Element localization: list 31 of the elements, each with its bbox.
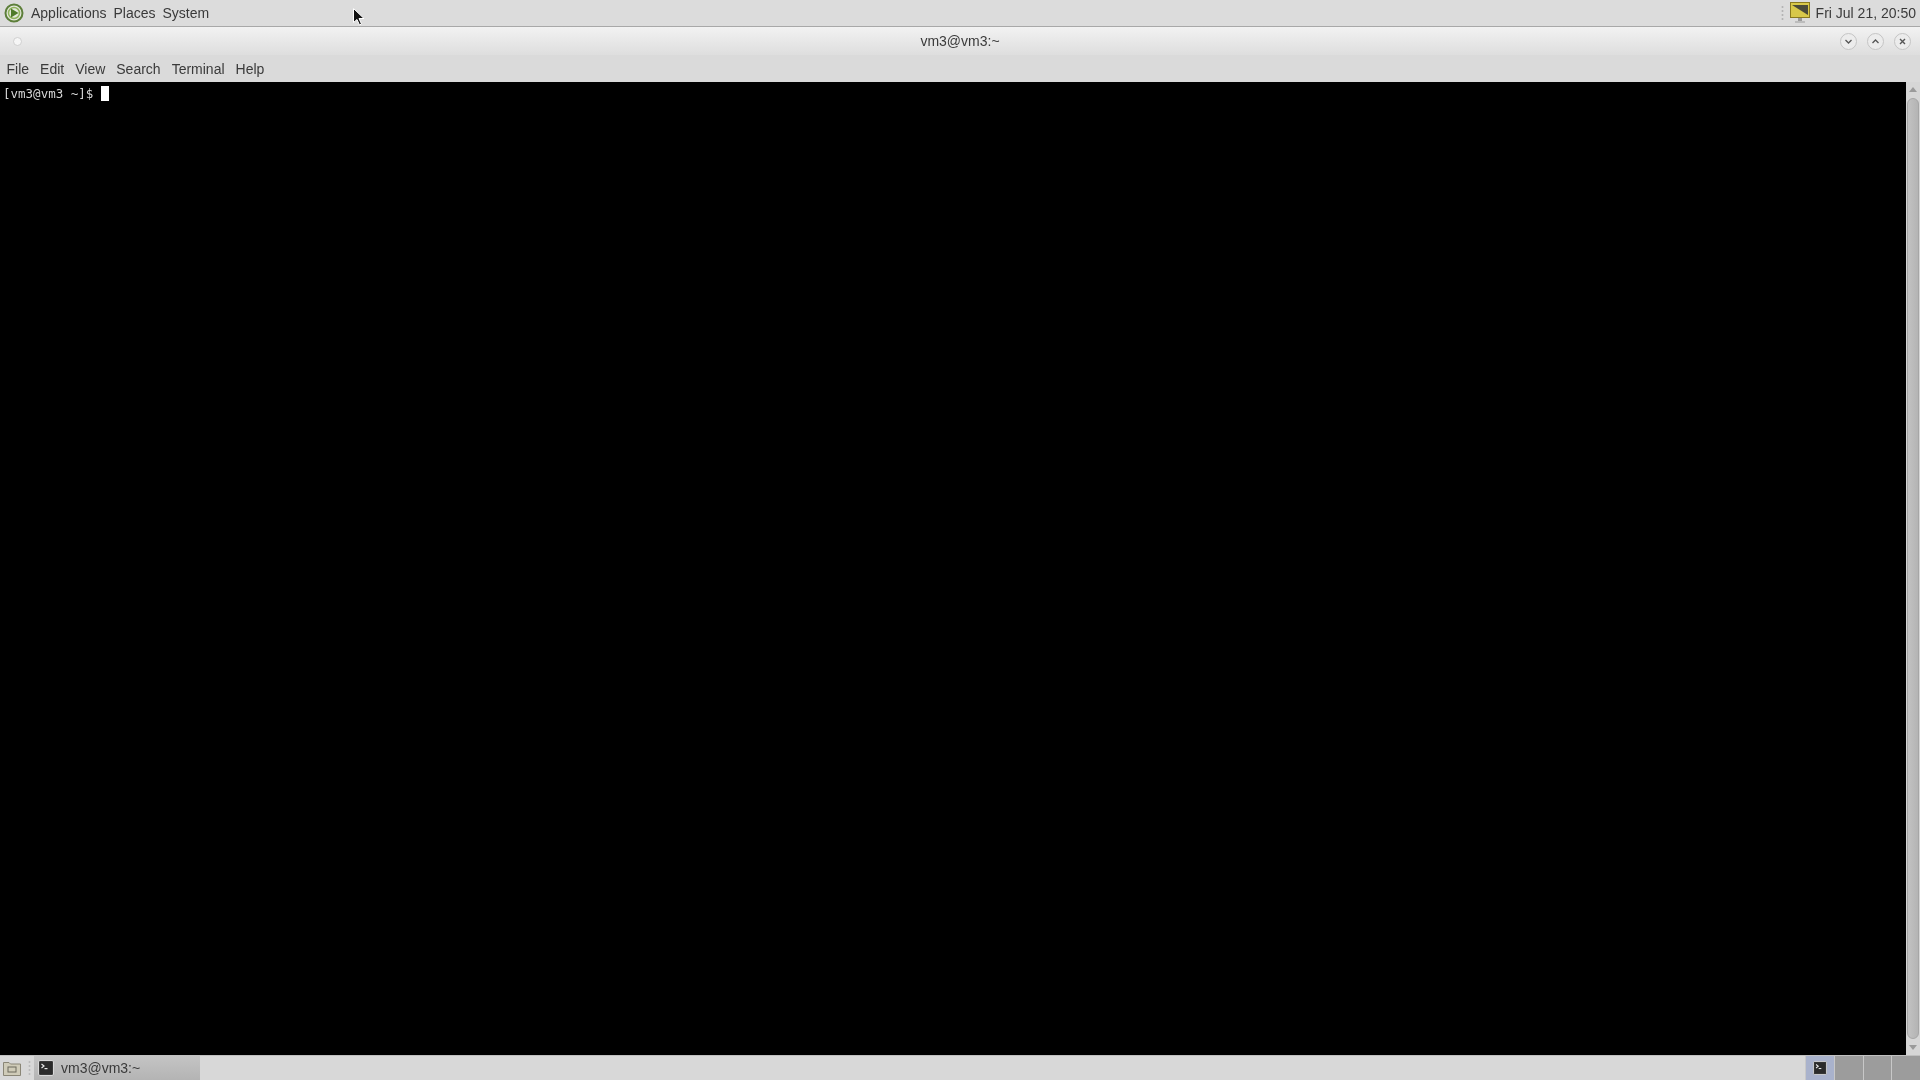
scroll-down-icon[interactable] <box>1909 1045 1917 1050</box>
panel-clock[interactable]: Fri Jul 21, 20:50 <box>1815 4 1916 22</box>
close-icon[interactable] <box>1894 32 1911 50</box>
workspace-cell[interactable] <box>1891 1056 1920 1080</box>
shell-prompt: [vm3@vm3 ~]$ <box>3 86 94 101</box>
window-menu-icon[interactable] <box>13 36 22 46</box>
menu-item[interactable]: View <box>69 59 111 78</box>
text-cursor-icon <box>101 86 110 101</box>
menu-item[interactable]: Search <box>110 59 167 78</box>
menu-item[interactable]: Help <box>230 59 270 78</box>
panel-menu-item[interactable]: System <box>159 4 213 22</box>
scrollbar[interactable] <box>1906 82 1920 1055</box>
drag-handle-icon <box>1780 5 1784 21</box>
workspace-cell[interactable] <box>1805 1056 1834 1080</box>
terminal-icon <box>38 1060 54 1076</box>
scroll-up-icon[interactable] <box>1909 87 1917 92</box>
menu-item[interactable]: Terminal <box>166 59 231 78</box>
minimize-icon[interactable] <box>1840 32 1857 50</box>
logo-icon[interactable] <box>4 3 24 23</box>
mouse-pointer-icon <box>353 8 365 26</box>
panel-menu-item[interactable]: Places <box>110 4 159 22</box>
panel-menu-item[interactable]: Applications <box>28 4 110 22</box>
maximize-icon[interactable] <box>1867 32 1884 50</box>
scrollbar-thumb[interactable] <box>1907 98 1919 1039</box>
workspace-cell[interactable] <box>1862 1056 1892 1080</box>
taskbar-window-button[interactable]: vm3@vm3:~ <box>34 1056 200 1080</box>
monitor-icon[interactable] <box>1789 2 1810 24</box>
window-title: vm3@vm3:~ <box>920 32 1000 50</box>
menu-item[interactable]: Edit <box>34 59 70 78</box>
workspace-cell[interactable] <box>1833 1056 1863 1080</box>
menu-item[interactable]: File <box>1 59 35 78</box>
